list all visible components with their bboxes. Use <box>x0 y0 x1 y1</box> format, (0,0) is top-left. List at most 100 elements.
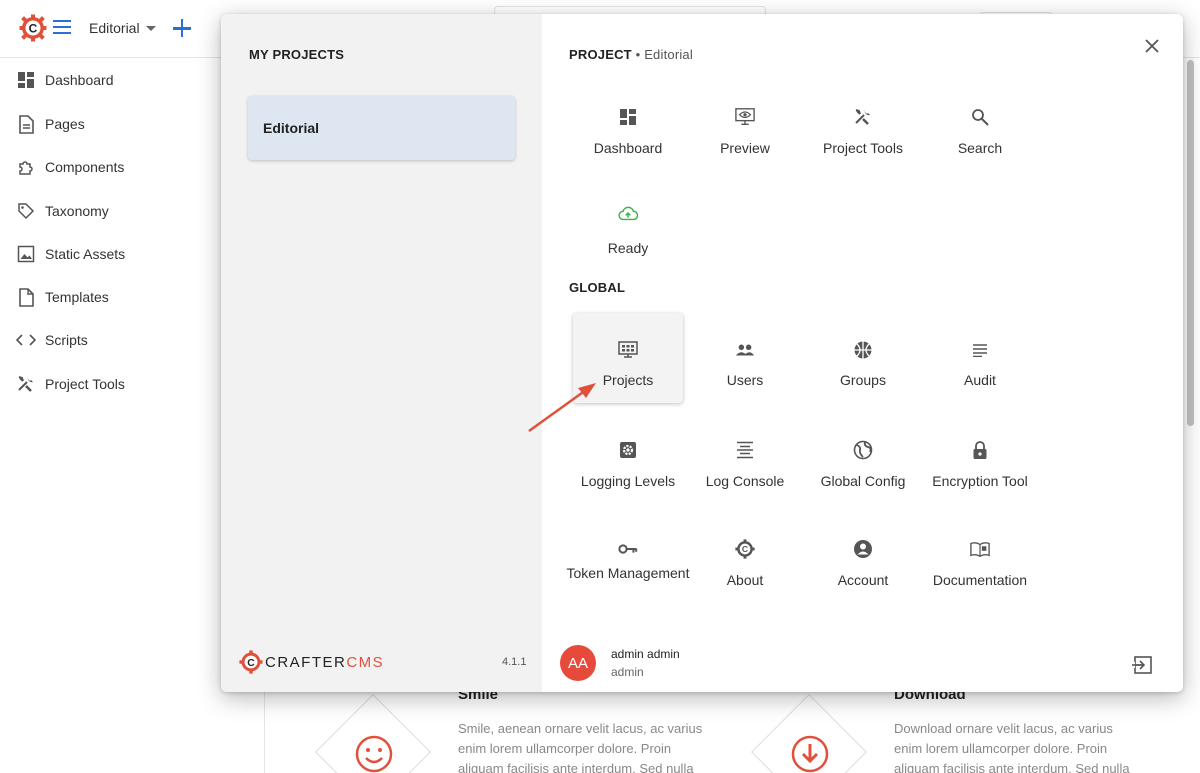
user-login-name: admin <box>611 665 644 679</box>
tile-label: Log Console <box>705 473 785 489</box>
brand-wordmark: CRAFTERCMS <box>265 653 385 671</box>
log-console-icon <box>735 440 755 460</box>
lock-icon <box>970 440 990 460</box>
sidebar-item-label: Scripts <box>45 332 88 348</box>
caret-down-icon <box>145 25 156 31</box>
sidebar-item-label: Components <box>45 159 125 175</box>
close-icon[interactable] <box>1142 36 1162 56</box>
feature-text: Smile, aenean ornare velit lacus, ac var… <box>458 721 703 773</box>
tile-search[interactable]: Search <box>925 101 1035 191</box>
svg-text:C: C <box>742 544 748 554</box>
account-icon <box>853 539 873 559</box>
site-selector-label: Editorial <box>89 20 140 36</box>
sidebar-item-dashboard[interactable]: Dashboard <box>0 60 222 100</box>
global-section-title: GLOBAL <box>569 280 626 295</box>
sidebar-item-label: Pages <box>45 116 85 132</box>
tile-ready[interactable]: Ready <box>573 200 683 290</box>
svg-text:C: C <box>247 658 255 669</box>
tile-global-config[interactable]: Global Config <box>808 434 918 524</box>
sidebar-item-pages[interactable]: Pages <box>0 104 222 144</box>
svg-text:C: C <box>29 22 38 36</box>
crafter-icon: C <box>735 539 755 559</box>
projects-icon <box>618 340 638 360</box>
crafter-logo-icon[interactable]: C <box>19 14 47 42</box>
sidebar-item-components[interactable]: Components <box>0 147 222 187</box>
tile-label: Audit <box>964 372 996 388</box>
preview-icon <box>735 107 755 127</box>
sidebar-item-templates[interactable]: Templates <box>0 277 222 317</box>
tile-encryption-tool[interactable]: Encryption Tool <box>925 434 1035 524</box>
image-icon <box>16 244 36 264</box>
users-icon <box>735 340 755 360</box>
tile-label: Ready <box>607 240 649 256</box>
version-label: 4.1.1 <box>502 656 527 668</box>
tile-label: Search <box>957 140 1003 156</box>
project-card-label: Editorial <box>263 120 320 136</box>
smile-icon <box>355 735 393 773</box>
book-icon <box>970 539 990 559</box>
tile-projects[interactable]: Projects <box>573 313 683 403</box>
tile-log-console[interactable]: Log Console <box>690 434 800 524</box>
sidebar-item-label: Project Tools <box>45 376 125 392</box>
tools-icon <box>853 107 873 127</box>
tile-project-tools[interactable]: Project Tools <box>808 101 918 191</box>
sidebar-item-label: Taxonomy <box>45 203 109 219</box>
tile-label: Global Config <box>820 473 906 489</box>
code-icon <box>16 330 36 350</box>
tile-about[interactable]: C About <box>690 533 800 623</box>
tile-users[interactable]: Users <box>690 313 800 403</box>
tile-label: Token Management <box>566 565 690 581</box>
add-content-button[interactable] <box>171 15 193 41</box>
download-icon <box>791 735 829 773</box>
menu-toggle-button[interactable] <box>53 20 71 36</box>
project-section-subtitle: • Editorial <box>635 47 693 62</box>
tile-token-management[interactable]: Token Management <box>567 533 689 623</box>
project-card-editorial[interactable]: Editorial <box>248 96 515 160</box>
tile-label: Logging Levels <box>580 473 676 489</box>
tile-label: Project Tools <box>823 140 903 156</box>
sidebar: Dashboard Pages Components Taxonomy Stat… <box>0 58 222 773</box>
tile-logging-levels[interactable]: Logging Levels <box>573 434 683 524</box>
sidebar-item-label: Dashboard <box>45 72 114 88</box>
site-selector[interactable]: Editorial <box>89 20 156 36</box>
launcher-dialog: MY PROJECTS Editorial C CRAFTERCMS 4.1.1… <box>221 14 1183 692</box>
sidebar-item-label: Static Assets <box>45 246 126 262</box>
tile-groups[interactable]: Groups <box>808 313 918 403</box>
tile-label: Account <box>837 572 889 588</box>
sidebar-item-project-tools[interactable]: Project Tools <box>0 364 222 404</box>
gear-icon <box>618 440 638 460</box>
globe-icon <box>853 440 873 460</box>
tools-panel: PROJECT • Editorial Dashboard Preview Pr… <box>542 14 1183 692</box>
tile-account[interactable]: Account <box>808 533 918 623</box>
cloud-upload-icon <box>618 204 638 224</box>
sidebar-item-scripts[interactable]: Scripts <box>0 320 222 360</box>
sidebar-item-taxonomy[interactable]: Taxonomy <box>0 191 222 231</box>
page-icon <box>16 114 36 134</box>
tile-label: Documentation <box>932 572 1028 588</box>
groups-icon <box>853 340 873 360</box>
audit-icon <box>970 340 990 360</box>
my-projects-title: MY PROJECTS <box>249 47 345 62</box>
tile-audit[interactable]: Audit <box>925 313 1035 403</box>
puzzle-icon <box>16 157 36 177</box>
my-projects-panel: MY PROJECTS Editorial C CRAFTERCMS 4.1.1 <box>221 14 542 692</box>
dashboard-icon <box>16 70 36 90</box>
tile-label: Users <box>726 372 764 388</box>
sidebar-item-static-assets[interactable]: Static Assets <box>0 234 222 274</box>
sidebar-item-label: Templates <box>45 289 109 305</box>
tile-documentation[interactable]: Documentation <box>925 533 1035 623</box>
tile-label: Dashboard <box>593 140 663 156</box>
tile-label: Preview <box>720 140 770 156</box>
file-icon <box>16 287 36 307</box>
tile-label: Groups <box>840 372 886 388</box>
logout-icon[interactable] <box>1131 653 1155 677</box>
tile-preview[interactable]: Preview <box>690 101 800 191</box>
avatar[interactable]: AA <box>560 645 596 681</box>
search-icon <box>970 107 990 127</box>
page-scrollbar[interactable] <box>1187 60 1194 426</box>
tile-label: About <box>726 572 764 588</box>
user-display-name: admin admin <box>611 647 680 661</box>
tile-dashboard[interactable]: Dashboard <box>573 101 683 191</box>
crafter-cms-logo: C CRAFTERCMS <box>239 650 384 674</box>
tag-icon <box>16 201 36 221</box>
